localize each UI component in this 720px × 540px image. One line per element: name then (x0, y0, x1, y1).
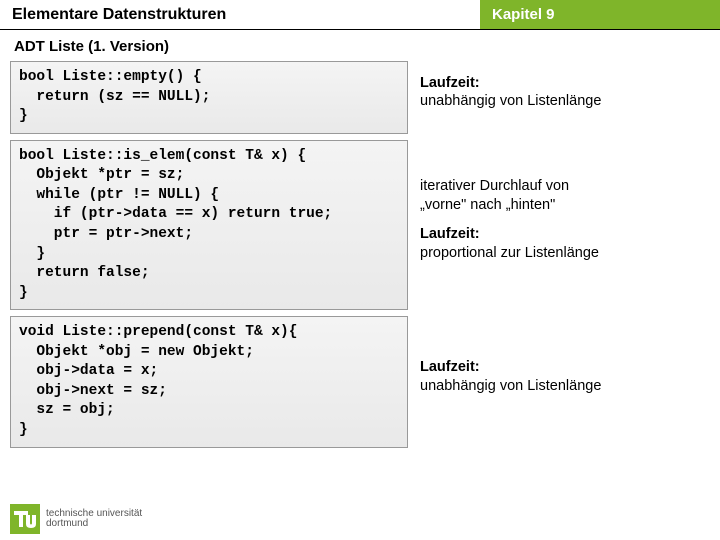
footer-line1: technische universität (46, 508, 142, 519)
slide-footer: technische universität dortmund (10, 504, 142, 534)
runtime-text: unabhängig von Listenlänge (420, 378, 601, 394)
runtime-text: unabhängig von Listenlänge (420, 93, 601, 109)
header-chapter: Kapitel 9 (480, 0, 720, 29)
runtime-label: Laufzeit: (420, 75, 480, 91)
annotation-text: „vorne" nach „hinten" (420, 197, 555, 213)
code-block-empty: bool Liste::empty() { return (sz == NULL… (10, 61, 408, 134)
runtime-label: Laufzeit: (420, 226, 480, 242)
slide-subtitle: ADT Liste (1. Version) (0, 30, 720, 61)
annotation: Laufzeit: unabhängig von Listenlänge (418, 316, 710, 447)
runtime-label: Laufzeit: (420, 359, 480, 375)
code-row: bool Liste::is_elem(const T& x) { Objekt… (10, 140, 710, 311)
header-title: Elementare Datenstrukturen (0, 0, 480, 29)
footer-text: technische universität dortmund (46, 509, 142, 530)
footer-line2: dortmund (46, 518, 88, 529)
content-area: bool Liste::empty() { return (sz == NULL… (0, 61, 720, 448)
code-row: void Liste::prepend(const T& x){ Objekt … (10, 316, 710, 447)
annotation: iterativer Durchlauf von „vorne" nach „h… (418, 140, 710, 311)
runtime-text: proportional zur Listenlänge (420, 245, 599, 261)
annotation: Laufzeit: unabhängig von Listenlänge (418, 61, 710, 134)
slide-header: Elementare Datenstrukturen Kapitel 9 (0, 0, 720, 30)
code-row: bool Liste::empty() { return (sz == NULL… (10, 61, 710, 134)
code-block-prepend: void Liste::prepend(const T& x){ Objekt … (10, 316, 408, 447)
annotation-text: iterativer Durchlauf von (420, 178, 569, 194)
code-block-iselem: bool Liste::is_elem(const T& x) { Objekt… (10, 140, 408, 311)
tu-logo-icon (10, 504, 40, 534)
